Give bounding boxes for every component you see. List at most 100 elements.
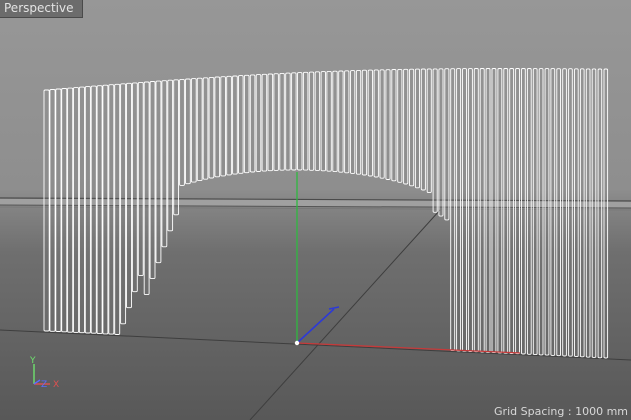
wall-slat[interactable] <box>497 68 503 354</box>
wall-slat[interactable] <box>73 87 80 333</box>
wall-slat[interactable] <box>243 74 250 174</box>
wall-slat[interactable] <box>320 71 326 172</box>
wall-slat[interactable] <box>173 79 179 216</box>
slat-wall-object[interactable] <box>43 68 609 359</box>
wall-slat[interactable] <box>373 69 379 178</box>
wall-slat[interactable] <box>479 68 485 353</box>
wall-slat[interactable] <box>291 72 297 171</box>
wall-slat[interactable] <box>297 72 303 171</box>
wall-slat[interactable] <box>456 68 462 352</box>
wall-slat[interactable] <box>55 88 62 332</box>
wall-slat[interactable] <box>96 85 103 335</box>
wall-slat[interactable] <box>426 68 432 194</box>
wall-slat[interactable] <box>579 68 585 358</box>
wall-slat[interactable] <box>43 89 50 332</box>
wall-slat[interactable] <box>438 68 444 217</box>
wall-slat[interactable] <box>367 69 373 177</box>
wall-slat[interactable] <box>267 73 274 172</box>
wall-slat[interactable] <box>491 68 497 354</box>
wall-slat[interactable] <box>108 84 115 335</box>
wall-slat[interactable] <box>102 84 109 335</box>
wall-slat[interactable] <box>361 69 368 176</box>
wall-slat[interactable] <box>137 81 144 277</box>
wall-slat[interactable] <box>526 68 532 355</box>
wall-slat[interactable] <box>538 68 544 356</box>
wall-slat[interactable] <box>208 76 215 179</box>
wall-slat[interactable] <box>338 70 344 173</box>
wall-slat[interactable] <box>279 72 285 171</box>
wall-slat[interactable] <box>467 68 473 352</box>
wall-slat[interactable] <box>114 83 121 335</box>
wall-slat[interactable] <box>450 68 456 352</box>
wall-slat[interactable] <box>149 81 156 280</box>
wall-slat[interactable] <box>603 68 609 359</box>
wall-slat[interactable] <box>509 68 515 354</box>
wall-slat[interactable] <box>273 73 279 171</box>
wall-slat[interactable] <box>90 85 97 334</box>
wall-slat[interactable] <box>550 68 556 356</box>
wall-slat[interactable] <box>391 69 397 182</box>
wall-slat[interactable] <box>255 74 262 172</box>
wall-slat[interactable] <box>232 75 238 175</box>
wall-slat[interactable] <box>420 68 426 191</box>
wall-slat[interactable] <box>515 68 520 355</box>
wall-slat[interactable] <box>196 77 203 182</box>
wall-slat[interactable] <box>61 88 68 333</box>
wall-slat[interactable] <box>574 68 579 358</box>
wall-slat[interactable] <box>185 78 191 185</box>
wall-slat[interactable] <box>285 72 291 171</box>
wall-slat[interactable] <box>350 70 356 174</box>
wall-slat[interactable] <box>344 70 350 174</box>
wall-slat[interactable] <box>585 68 591 358</box>
wall-slat[interactable] <box>78 86 85 334</box>
wall-slat[interactable] <box>444 68 450 221</box>
wall-slat[interactable] <box>556 68 561 357</box>
wall-slat[interactable] <box>432 68 438 213</box>
wall-slat[interactable] <box>167 79 174 232</box>
view-name-label[interactable]: Perspective <box>0 0 83 18</box>
wall-slat[interactable] <box>202 77 209 180</box>
perspective-viewport[interactable]: Perspective Y Z X Grid Spacing : 1000 mm <box>0 0 631 420</box>
wall-slat[interactable] <box>414 68 420 189</box>
wall-slat[interactable] <box>485 68 491 353</box>
wall-slat[interactable] <box>521 68 526 355</box>
wall-slat[interactable] <box>238 75 244 174</box>
wall-slat[interactable] <box>503 68 509 354</box>
wall-slat[interactable] <box>379 69 385 179</box>
wall-slat[interactable] <box>143 81 150 296</box>
wall-slat[interactable] <box>220 76 226 177</box>
wall-slat[interactable] <box>355 69 362 175</box>
wall-slat[interactable] <box>591 68 597 358</box>
wall-slat[interactable] <box>314 71 321 171</box>
wall-slat[interactable] <box>214 76 221 178</box>
wall-slat[interactable] <box>597 68 603 359</box>
wall-slat[interactable] <box>120 83 127 325</box>
wall-slat[interactable] <box>397 68 403 183</box>
wall-slat[interactable] <box>302 71 309 171</box>
wall-slat[interactable] <box>155 80 162 264</box>
wall-slat[interactable] <box>226 75 232 176</box>
wall-slat[interactable] <box>161 80 168 248</box>
wall-slat[interactable] <box>544 68 550 356</box>
wall-slat[interactable] <box>131 82 138 293</box>
wall-slat[interactable] <box>532 68 538 356</box>
wall-slat[interactable] <box>473 68 479 353</box>
wall-slat[interactable] <box>67 87 74 333</box>
wall-slat[interactable] <box>179 78 185 186</box>
wall-slat[interactable] <box>249 74 256 173</box>
wall-slat[interactable] <box>308 71 315 171</box>
wall-slat[interactable] <box>462 68 467 352</box>
wall-slat[interactable] <box>562 68 567 357</box>
wall-slat[interactable] <box>190 78 197 183</box>
wall-slat[interactable] <box>326 70 332 172</box>
wall-slat[interactable] <box>49 89 56 332</box>
wall-slat[interactable] <box>385 69 391 180</box>
wall-slat[interactable] <box>403 68 409 185</box>
wall-slat[interactable] <box>332 70 338 173</box>
wall-slat[interactable] <box>261 73 268 172</box>
wall-slat[interactable] <box>409 68 415 187</box>
wall-slat[interactable] <box>84 86 91 334</box>
scene-canvas[interactable] <box>0 0 631 420</box>
wall-slat[interactable] <box>568 68 573 357</box>
wall-slat[interactable] <box>126 82 132 309</box>
